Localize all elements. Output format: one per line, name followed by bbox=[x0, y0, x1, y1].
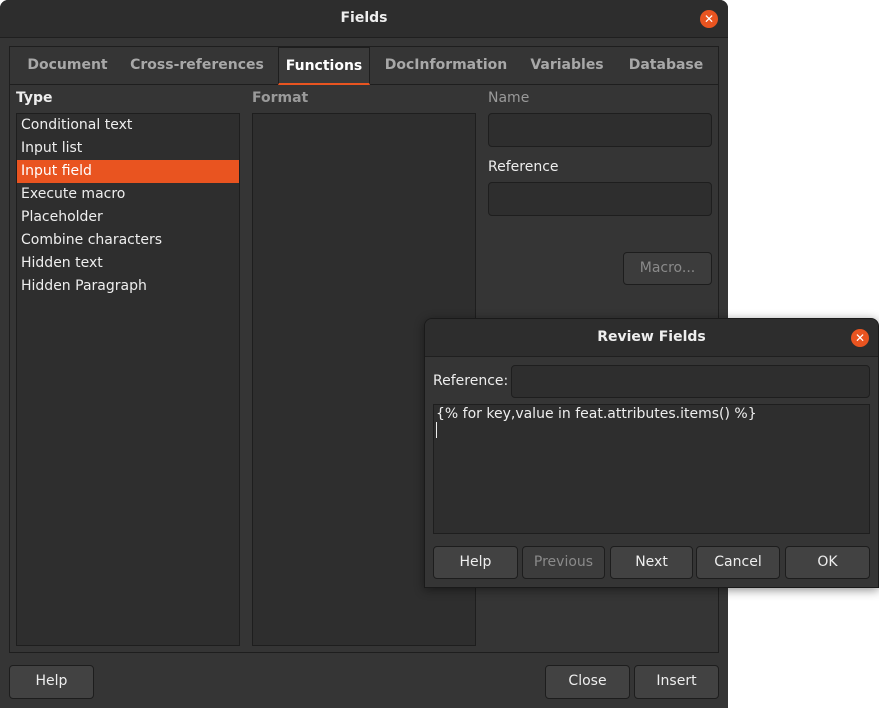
ok-button[interactable]: OK bbox=[785, 546, 870, 579]
list-item[interactable]: Hidden text bbox=[17, 252, 239, 275]
list-item[interactable]: Placeholder bbox=[17, 206, 239, 229]
name-input[interactable] bbox=[488, 113, 712, 147]
list-item[interactable]: Hidden Paragraph bbox=[17, 275, 239, 298]
type-listbox[interactable]: Conditional text Input list Input field … bbox=[16, 113, 240, 646]
list-item[interactable]: Conditional text bbox=[17, 114, 239, 137]
type-label: Type bbox=[16, 90, 53, 106]
review-reference-label: Reference: bbox=[433, 373, 509, 389]
list-item[interactable]: Input list bbox=[17, 137, 239, 160]
close-icon[interactable]: ✕ bbox=[851, 329, 869, 347]
cancel-button[interactable]: Cancel bbox=[696, 546, 780, 579]
tab-document[interactable]: Document bbox=[16, 47, 119, 85]
name-label: Name bbox=[488, 90, 530, 106]
next-button[interactable]: Next bbox=[610, 546, 693, 579]
tab-variables[interactable]: Variables bbox=[523, 47, 611, 85]
tab-bar: Document Cross-references Functions DocI… bbox=[10, 47, 718, 85]
review-fields-dialog: Review Fields ✕ Reference: {% for key,va… bbox=[424, 318, 879, 588]
macro-button[interactable]: Macro... bbox=[623, 252, 712, 285]
insert-button[interactable]: Insert bbox=[634, 665, 719, 699]
format-label: Format bbox=[252, 90, 309, 106]
review-text-area[interactable]: {% for key,value in feat.attributes.item… bbox=[433, 404, 870, 534]
review-titlebar[interactable]: Review Fields ✕ bbox=[425, 319, 878, 357]
close-icon[interactable]: ✕ bbox=[700, 10, 718, 28]
list-item[interactable]: Execute macro bbox=[17, 183, 239, 206]
tab-database[interactable]: Database bbox=[623, 47, 709, 85]
tab-docinformation[interactable]: DocInformation bbox=[383, 47, 509, 85]
review-dialog-title: Review Fields bbox=[597, 329, 706, 345]
help-button[interactable]: Help bbox=[9, 665, 94, 699]
review-text-content: {% for key,value in feat.attributes.item… bbox=[436, 406, 757, 422]
fields-dialog-title: Fields bbox=[340, 10, 388, 26]
text-caret bbox=[436, 422, 437, 438]
previous-button[interactable]: Previous bbox=[522, 546, 605, 579]
list-item-selected[interactable]: Input field bbox=[17, 160, 239, 183]
tab-functions[interactable]: Functions bbox=[278, 47, 370, 85]
fields-titlebar[interactable]: Fields ✕ bbox=[0, 0, 728, 38]
reference-label: Reference bbox=[488, 159, 559, 175]
list-item[interactable]: Combine characters bbox=[17, 229, 239, 252]
reference-input[interactable] bbox=[488, 182, 712, 216]
close-button[interactable]: Close bbox=[545, 665, 630, 699]
review-help-button[interactable]: Help bbox=[433, 546, 518, 579]
tab-cross-references[interactable]: Cross-references bbox=[129, 47, 265, 85]
review-reference-input[interactable] bbox=[511, 365, 870, 398]
